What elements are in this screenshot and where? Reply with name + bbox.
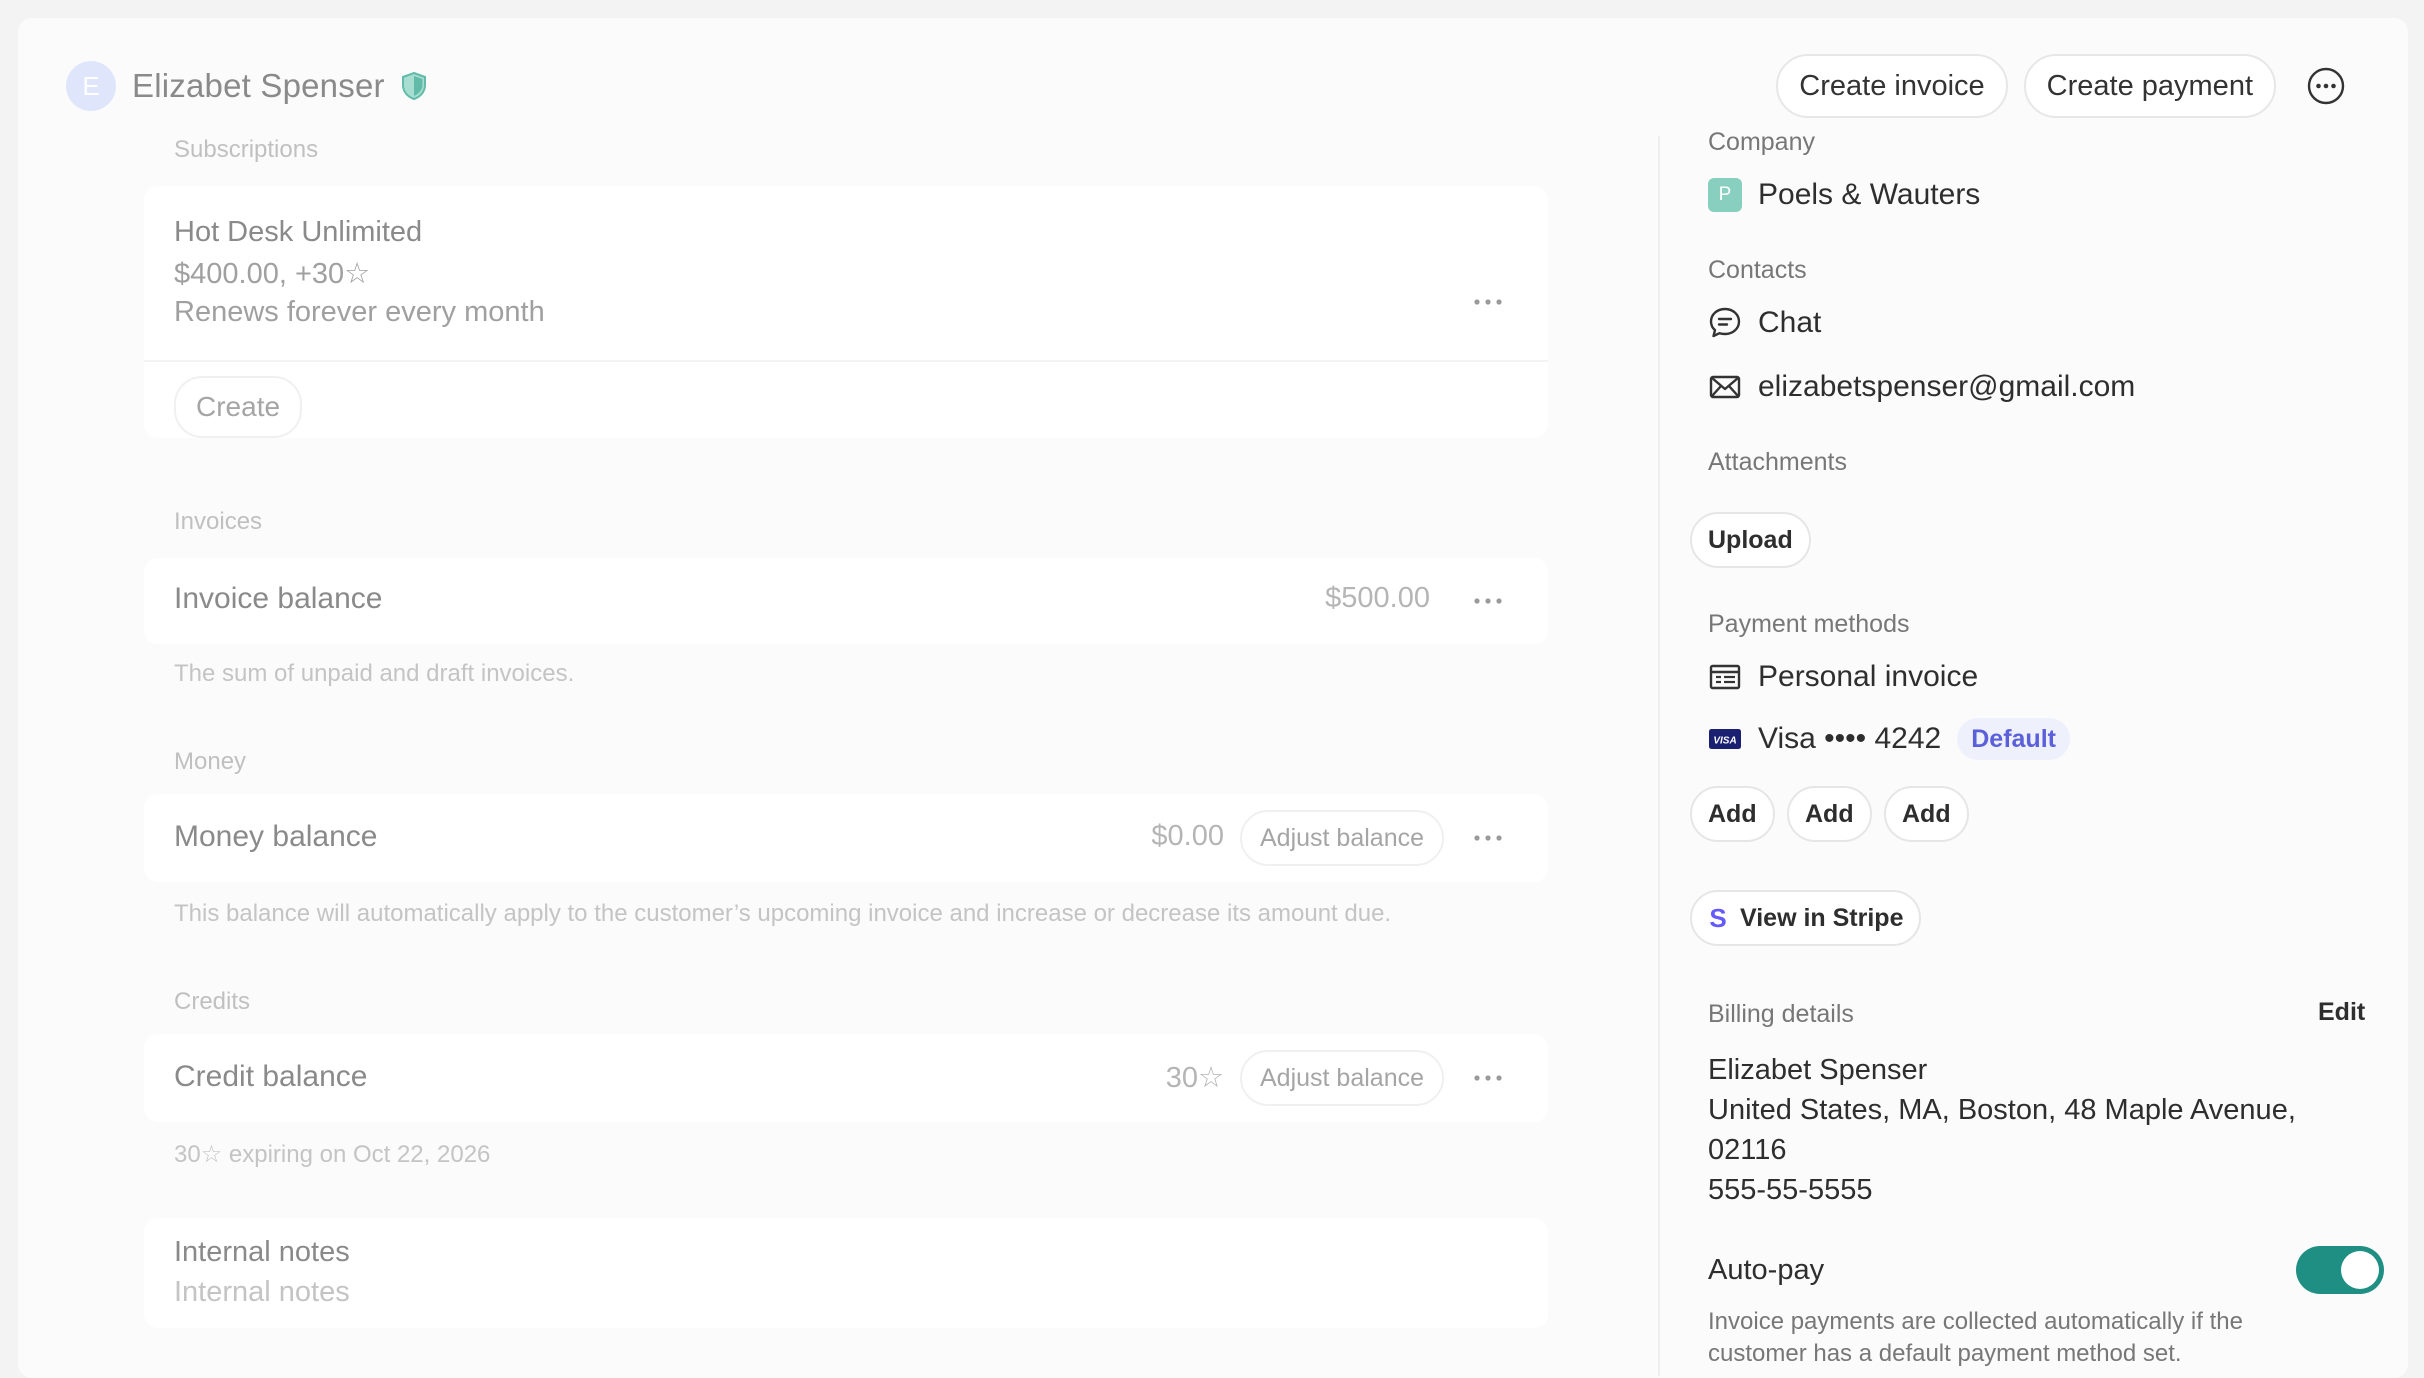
subscription-renewal: Renews forever every month [174, 296, 545, 328]
header-actions: Create invoice Create payment [1776, 52, 2360, 120]
view-in-stripe-button[interactable]: S View in Stripe [1690, 890, 1922, 946]
invoice-balance-amount: $500.00 [1325, 582, 1430, 614]
internal-notes-input[interactable]: Internal notes [174, 1276, 350, 1309]
credit-expiry-note: 30☆ expiring on Oct 22, 2026 [174, 1141, 491, 1168]
more-circle-icon [2307, 67, 2345, 105]
ellipsis-icon [1474, 598, 1502, 604]
default-badge: Default [1957, 718, 2070, 760]
contacts-label: Contacts [1708, 256, 1807, 284]
billing-phone: 555-55-5555 [1708, 1174, 1873, 1206]
payment-method-personal-invoice[interactable]: Personal invoice [1708, 660, 1978, 694]
billing-details-label: Billing details [1708, 1000, 1854, 1028]
shield-icon [401, 72, 427, 100]
ellipsis-icon [1474, 1075, 1502, 1081]
invoice-balance-note: The sum of unpaid and draft invoices. [174, 660, 575, 687]
create-subscription-button[interactable]: Create [174, 376, 303, 438]
attachments-label: Attachments [1708, 448, 1847, 476]
autopay-label: Auto-pay [1708, 1254, 1825, 1286]
company-logo: P [1708, 178, 1742, 212]
internal-notes-title: Internal notes [174, 1236, 350, 1268]
money-balance-card: Money balance $0.00 Adjust balance [144, 794, 1548, 882]
adjust-money-balance-button[interactable]: Adjust balance [1240, 810, 1445, 866]
create-invoice-button[interactable]: Create invoice [1776, 54, 2008, 118]
adjust-credit-balance-button[interactable]: Adjust balance [1240, 1050, 1445, 1106]
money-balance-amount: $0.00 [1151, 820, 1224, 852]
subscription-name: Hot Desk Unlimited [174, 216, 423, 248]
billing-address-line-1: United States, MA, Boston, 48 Maple Aven… [1708, 1094, 2296, 1126]
credit-balance-amount: 30☆ [1165, 1062, 1224, 1094]
subscription-more-button[interactable] [1466, 280, 1510, 324]
visa-card-icon: VISA [1709, 729, 1741, 749]
chat-link[interactable]: Chat [1708, 306, 1821, 340]
card-label: Visa •••• 4242 [1758, 722, 1942, 755]
customer-name: Elizabet Spenser [132, 67, 385, 104]
company-link[interactable]: P Poels & Wauters [1708, 178, 1980, 212]
credits-label: Credits [174, 988, 251, 1015]
subscription-price: $400.00, +30☆ [174, 258, 371, 290]
toggle-knob [2341, 1251, 2379, 1289]
stripe-icon: S [1709, 902, 1727, 933]
more-actions-button[interactable] [2292, 52, 2360, 120]
avatar: E [66, 61, 116, 111]
create-payment-button[interactable]: Create payment [2023, 54, 2276, 118]
ellipsis-icon [1474, 835, 1502, 841]
money-more-button[interactable] [1466, 816, 1510, 860]
money-label: Money [174, 748, 247, 775]
invoice-icon [1709, 664, 1741, 690]
add-payment-button-1[interactable]: Add [1690, 786, 1775, 842]
svg-text:VISA: VISA [1713, 736, 1736, 747]
customer-panel: E Elizabet Spenser Create invoice Create… [18, 18, 2408, 1378]
autopay-note-line-2: customer has a default payment method se… [1708, 1340, 2182, 1367]
billing-name: Elizabet Spenser [1708, 1054, 1928, 1086]
credit-balance-card: Credit balance 30☆ Adjust balance [144, 1034, 1548, 1122]
ellipsis-icon [1474, 299, 1502, 305]
autopay-toggle[interactable] [2296, 1246, 2384, 1294]
internal-notes-card[interactable]: Internal notes Internal notes [144, 1218, 1548, 1328]
add-payment-button-2[interactable]: Add [1787, 786, 1872, 842]
billing-edit-button[interactable]: Edit [2318, 998, 2365, 1027]
chat-label: Chat [1758, 306, 1822, 339]
divider [144, 360, 1548, 362]
company-name: Poels & Wauters [1758, 178, 1981, 211]
invoices-label: Invoices [174, 508, 263, 535]
upload-button[interactable]: Upload [1690, 512, 1811, 568]
email-link[interactable]: elizabetspenser@gmail.com [1708, 370, 2135, 404]
subscriptions-card: Hot Desk Unlimited $400.00, +30☆ Renews … [144, 186, 1548, 438]
money-balance-note: This balance will automatically apply to… [174, 900, 1392, 927]
invoice-balance-title: Invoice balance [174, 582, 383, 615]
payment-methods-label: Payment methods [1708, 610, 1910, 638]
view-in-stripe-label: View in Stripe [1740, 903, 1904, 932]
invoice-balance-card: Invoice balance $500.00 [144, 558, 1548, 644]
credit-balance-title: Credit balance [174, 1060, 368, 1093]
column-divider [1658, 136, 1660, 1376]
company-label: Company [1708, 128, 1815, 156]
autopay-note-line-1: Invoice payments are collected automatic… [1708, 1308, 2243, 1335]
customer-header: E Elizabet Spenser [66, 58, 427, 114]
mail-icon [1709, 375, 1741, 399]
money-balance-title: Money balance [174, 820, 378, 853]
invoice-more-button[interactable] [1466, 579, 1510, 623]
subscriptions-label: Subscriptions [174, 136, 319, 163]
personal-invoice-label: Personal invoice [1758, 660, 1979, 693]
billing-address-line-2: 02116 [1708, 1134, 1787, 1166]
payment-method-card[interactable]: VISA Visa •••• 4242 Default [1708, 718, 2070, 760]
chat-bubble-icon [1709, 307, 1741, 338]
email-address: elizabetspenser@gmail.com [1758, 370, 2136, 403]
add-payment-button-3[interactable]: Add [1884, 786, 1969, 842]
credit-more-button[interactable] [1466, 1056, 1510, 1100]
